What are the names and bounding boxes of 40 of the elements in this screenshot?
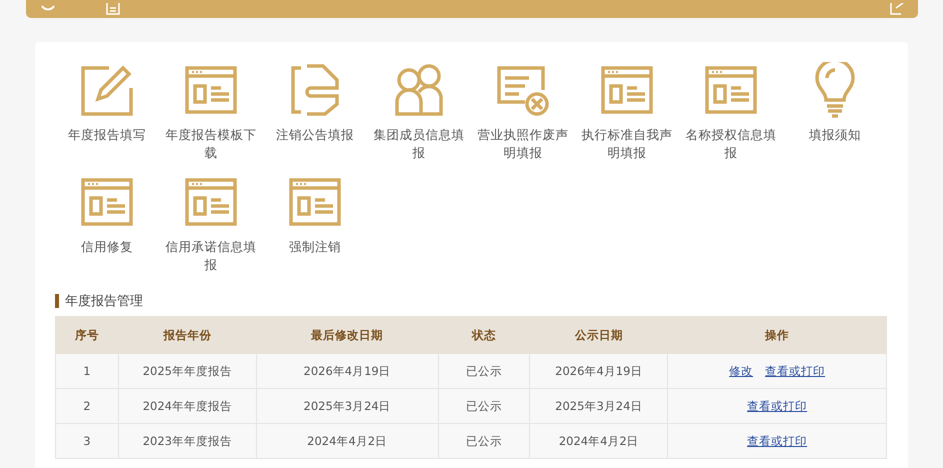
table-cell: 2: [56, 388, 118, 424]
column-header: 公示日期: [530, 316, 668, 354]
column-header: 状态: [438, 316, 530, 354]
table-cell: 3: [56, 424, 118, 458]
table-cell: 已公示: [438, 388, 530, 424]
shortcut-link[interactable]: 营业执照作废声明填报: [471, 62, 575, 162]
section-marker: [55, 294, 59, 308]
logout-icon[interactable]: [890, 3, 904, 15]
shortcut-link[interactable]: 填报须知: [783, 62, 887, 162]
table-cell: 2026年4月19日: [256, 354, 438, 388]
column-header: 报告年份: [118, 316, 256, 354]
table-cell: 已公示: [438, 354, 530, 388]
shortcut-link[interactable]: 信用修复: [55, 174, 159, 274]
table-cell: 1: [56, 354, 118, 388]
shortcut-link[interactable]: 注销公告填报: [263, 62, 367, 162]
action-link[interactable]: 查看或打印: [747, 434, 808, 448]
shortcut-link[interactable]: 年度报告填写: [55, 62, 159, 162]
shortcut-link[interactable]: 名称授权信息填报: [679, 62, 783, 162]
shortcut-link[interactable]: 强制注销: [263, 174, 367, 274]
action-link[interactable]: 查看或打印: [747, 398, 808, 412]
table-cell: 2024年4月2日: [530, 424, 668, 458]
table-cell: 已公示: [438, 424, 530, 458]
shortcut-link[interactable]: 执行标准自我声明填报: [575, 62, 679, 162]
table-cell: 2025年年度报告: [118, 354, 256, 388]
column-header: 最后修改日期: [256, 316, 438, 354]
shortcut-link[interactable]: 年度报告模板下载: [159, 62, 263, 162]
document-icon: [106, 3, 120, 15]
table-cell: 2023年年度报告: [118, 424, 256, 458]
table-cell: 2025年3月24日: [256, 388, 438, 424]
action-link[interactable]: 修改: [729, 364, 754, 378]
column-header: 操作: [668, 316, 886, 354]
action-link[interactable]: 查看或打印: [765, 364, 826, 378]
table-cell: 2025年3月24日: [530, 388, 668, 424]
shortcut-link[interactable]: 信用承诺信息填报: [159, 174, 263, 274]
section-title: 年度报告管理: [65, 293, 143, 310]
table-cell: 2026年4月19日: [530, 354, 668, 388]
column-header: 序号: [56, 316, 118, 354]
shortcut-link[interactable]: 集团成员信息填报: [367, 62, 471, 162]
table-cell: 2024年年度报告: [118, 388, 256, 424]
table-cell: 2024年4月2日: [256, 424, 438, 458]
